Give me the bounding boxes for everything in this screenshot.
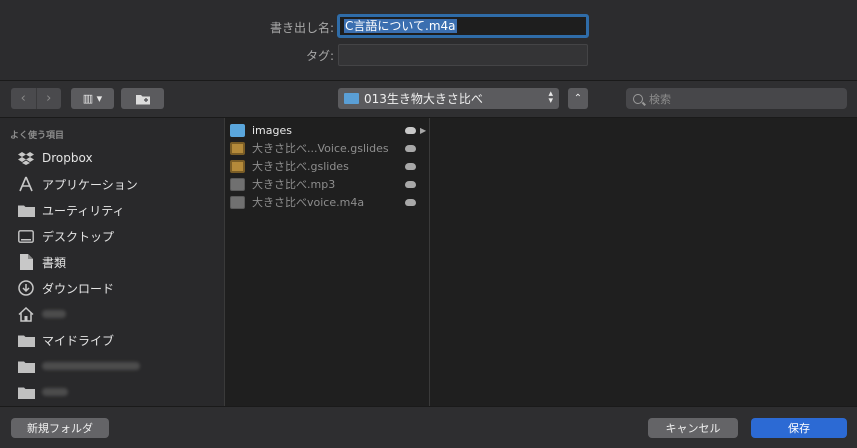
cloud-icon <box>405 144 416 152</box>
sidebar-item-dropbox[interactable]: Dropbox <box>17 147 217 169</box>
file-row-folder[interactable]: images ▶ <box>230 121 426 139</box>
download-icon <box>17 280 35 296</box>
search-field[interactable]: 検索 <box>626 88 847 109</box>
sidebar-item-my-drive[interactable]: マイドライブ <box>17 329 217 351</box>
tags-label: タグ: <box>305 49 334 63</box>
search-icon <box>633 93 643 104</box>
back-button[interactable]: ‹ <box>11 88 37 109</box>
file-row[interactable]: 大きさ比べ...Voice.gslides <box>230 139 426 157</box>
sidebar-item-home[interactable] <box>17 303 217 325</box>
toolbar: ‹ › ▥ ▾ 013生き物大きさ比べ ▴ ▾ ⌃ 検索 <box>0 81 857 117</box>
file-name: images <box>252 123 292 137</box>
file-row[interactable]: 大きさ比べ.gslides <box>230 157 426 175</box>
blurred-label <box>42 362 140 370</box>
view-mode-button[interactable]: ▥ ▾ <box>71 88 114 109</box>
save-button[interactable]: 保存 <box>751 418 847 438</box>
nav-buttons: ‹ › <box>11 88 61 109</box>
sidebar-item-blurred[interactable] <box>17 355 217 377</box>
collapse-button[interactable]: ⌃ <box>568 88 588 109</box>
sidebar-item-desktop[interactable]: デスクトップ <box>17 225 217 247</box>
cloud-icon <box>405 126 416 134</box>
audio-file-icon <box>230 177 245 191</box>
export-form: 書き出し名: C言語について.m4a タグ: <box>0 0 857 80</box>
cloud-icon <box>405 162 416 170</box>
sidebar-item-documents[interactable]: 書類 <box>17 251 217 273</box>
dropbox-icon <box>17 150 35 166</box>
empty-column <box>430 118 857 406</box>
file-name: 大きさ比べvoice.m4a <box>252 196 365 209</box>
folder-icon <box>17 332 35 348</box>
gslides-icon <box>230 141 245 155</box>
folder-icon <box>17 358 35 374</box>
sidebar-item-blurred[interactable] <box>17 381 217 403</box>
gslides-icon <box>230 159 245 173</box>
new-folder-button[interactable]: 新規フォルダ <box>11 418 109 438</box>
audio-file-icon <box>230 195 245 209</box>
sidebar-item-label: Dropbox <box>42 151 93 165</box>
sidebar: よく使う項目 Dropbox アプリケーション ユーティリティ デスクトップ 書… <box>0 118 224 406</box>
new-folder-icon <box>135 94 150 104</box>
file-column: images ▶ 大きさ比べ...Voice.gslides 大きさ比べ.gsl… <box>225 118 429 406</box>
location-popup[interactable]: 013生き物大きさ比べ ▴ ▾ <box>338 88 559 109</box>
blurred-label <box>42 310 66 318</box>
export-name-field[interactable]: C言語について.m4a <box>337 14 589 38</box>
search-placeholder: 検索 <box>649 92 671 106</box>
sidebar-item-utilities[interactable]: ユーティリティ <box>17 199 217 221</box>
sidebar-item-applications[interactable]: アプリケーション <box>17 173 217 195</box>
sidebar-item-label: 書類 <box>42 255 67 270</box>
applications-icon <box>17 176 35 192</box>
sidebar-item-label: ダウンロード <box>42 281 115 296</box>
save-dialog: 書き出し名: C言語について.m4a タグ: ‹ › ▥ ▾ 013生き物大きさ… <box>0 0 857 448</box>
document-icon <box>17 254 35 270</box>
folder-icon <box>17 202 35 218</box>
cancel-button[interactable]: キャンセル <box>648 418 738 438</box>
folder-icon <box>17 384 35 400</box>
bottom-bar: 新規フォルダ キャンセル 保存 <box>0 407 857 448</box>
home-icon <box>17 306 35 322</box>
chevron-up-icon: ⌃ <box>573 93 583 104</box>
file-row[interactable]: 大きさ比べ.mp3 <box>230 175 426 193</box>
chevron-right-icon: ▶ <box>420 125 427 135</box>
folder-icon <box>230 123 245 137</box>
sidebar-item-label: マイドライブ <box>42 333 115 348</box>
tags-field[interactable] <box>338 44 588 66</box>
chevron-right-icon: › <box>46 91 52 106</box>
sidebar-item-label: ユーティリティ <box>42 203 125 218</box>
sidebar-item-label: デスクトップ <box>42 229 115 244</box>
file-row[interactable]: 大きさ比べvoice.m4a <box>230 193 426 211</box>
cloud-icon <box>405 180 416 188</box>
export-name-value: C言語について.m4a <box>344 19 457 33</box>
chevron-updown-icon: ▴ ▾ <box>548 89 553 106</box>
location-label: 013生き物大きさ比べ <box>364 92 483 106</box>
sidebar-item-downloads[interactable]: ダウンロード <box>17 277 217 299</box>
file-name: 大きさ比べ.gslides <box>252 160 349 173</box>
folder-icon <box>344 93 359 104</box>
file-name: 大きさ比べ.mp3 <box>252 178 336 191</box>
export-name-label: 書き出し名: <box>269 21 334 35</box>
desktop-icon <box>17 228 35 244</box>
chevron-left-icon: ‹ <box>20 91 26 106</box>
cloud-icon <box>405 198 416 206</box>
file-name: 大きさ比べ...Voice.gslides <box>252 142 389 155</box>
sidebar-item-label: アプリケーション <box>42 177 138 192</box>
new-folder-toolbar-button[interactable] <box>121 88 164 109</box>
forward-button[interactable]: › <box>37 88 62 109</box>
blurred-label <box>42 388 68 396</box>
sidebar-section-title: よく使う項目 <box>10 131 65 141</box>
columns-view-icon: ▥ ▾ <box>82 92 103 105</box>
